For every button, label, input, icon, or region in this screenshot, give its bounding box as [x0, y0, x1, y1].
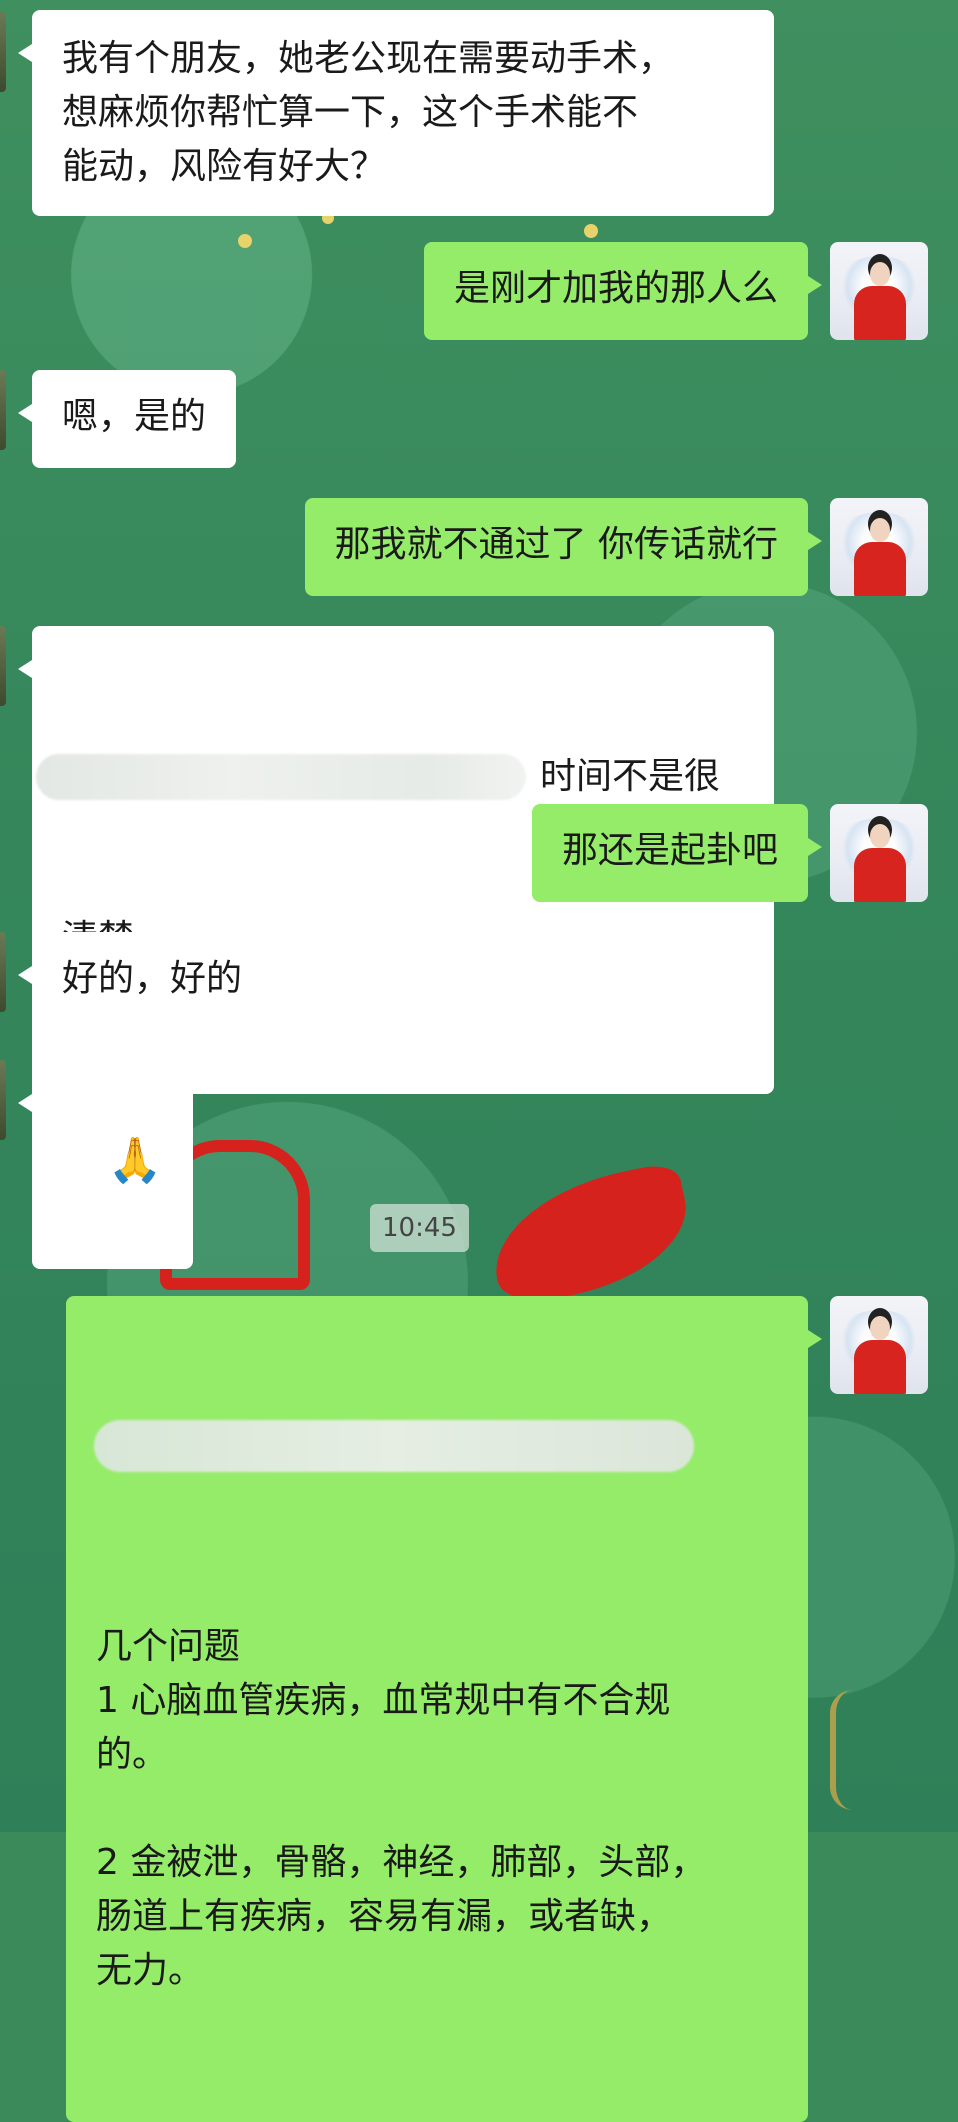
message-text: 几个问题 1 心脑血管疾病，血常规中有不合规 的。 2 金被泄，骨骼，神经，肺部… — [96, 1626, 707, 1991]
message-bubble[interactable]: 我有个朋友，她老公现在需要动手术， 想麻烦你帮忙算一下，这个手术能不 能动，风险… — [18, 10, 774, 216]
decorative-seal-shape-3 — [480, 1160, 700, 1310]
message-bubble[interactable]: 嗯，是的 — [17, 370, 237, 468]
message-row: 那还是起卦吧 — [531, 804, 928, 902]
message-row: 嗯，是的 — [0, 370, 237, 468]
message-line: 时间不是很 — [36, 750, 744, 804]
message-row: 那我就不通过了 你传话就行 — [304, 498, 928, 596]
message-bubble[interactable]: 几个问题 1 心脑血管疾病，血常规中有不合规 的。 2 金被泄，骨骼，神经，肺部… — [66, 1296, 822, 2122]
message-bubble[interactable]: 好的，好的 — [17, 932, 273, 1030]
message-row: 是刚才加我的那人么 — [423, 242, 928, 340]
praying-hands-icon: 🙏 — [107, 1135, 163, 1186]
redacted-text — [94, 1420, 694, 1472]
user-avatar-icon[interactable] — [830, 804, 928, 902]
message-bubble[interactable]: 那还是起卦吧 — [531, 804, 823, 902]
message-row: 几个问题 1 心脑血管疾病，血常规中有不合规 的。 2 金被泄，骨骼，神经，肺部… — [66, 1296, 928, 2122]
user-avatar-icon[interactable] — [830, 1296, 928, 1394]
redacted-text — [36, 754, 526, 800]
timestamp: 10:45 — [370, 1204, 469, 1252]
message-row: 🙏 — [0, 1060, 193, 1269]
user-avatar-icon[interactable] — [830, 242, 928, 340]
message-bubble[interactable]: 是刚才加我的那人么 — [423, 242, 823, 340]
user-avatar-icon[interactable] — [830, 498, 928, 596]
message-text: 时间不是很 — [540, 756, 721, 797]
decorative-dot — [238, 234, 252, 248]
decorative-dot — [584, 224, 598, 238]
message-row: 好的，好的 — [0, 932, 273, 1030]
message-bubble[interactable]: 🙏 — [18, 1060, 193, 1269]
message-bubble[interactable]: 那我就不通过了 你传话就行 — [304, 498, 823, 596]
message-row: 我有个朋友，她老公现在需要动手术， 想麻烦你帮忙算一下，这个手术能不 能动，风险… — [0, 10, 774, 216]
